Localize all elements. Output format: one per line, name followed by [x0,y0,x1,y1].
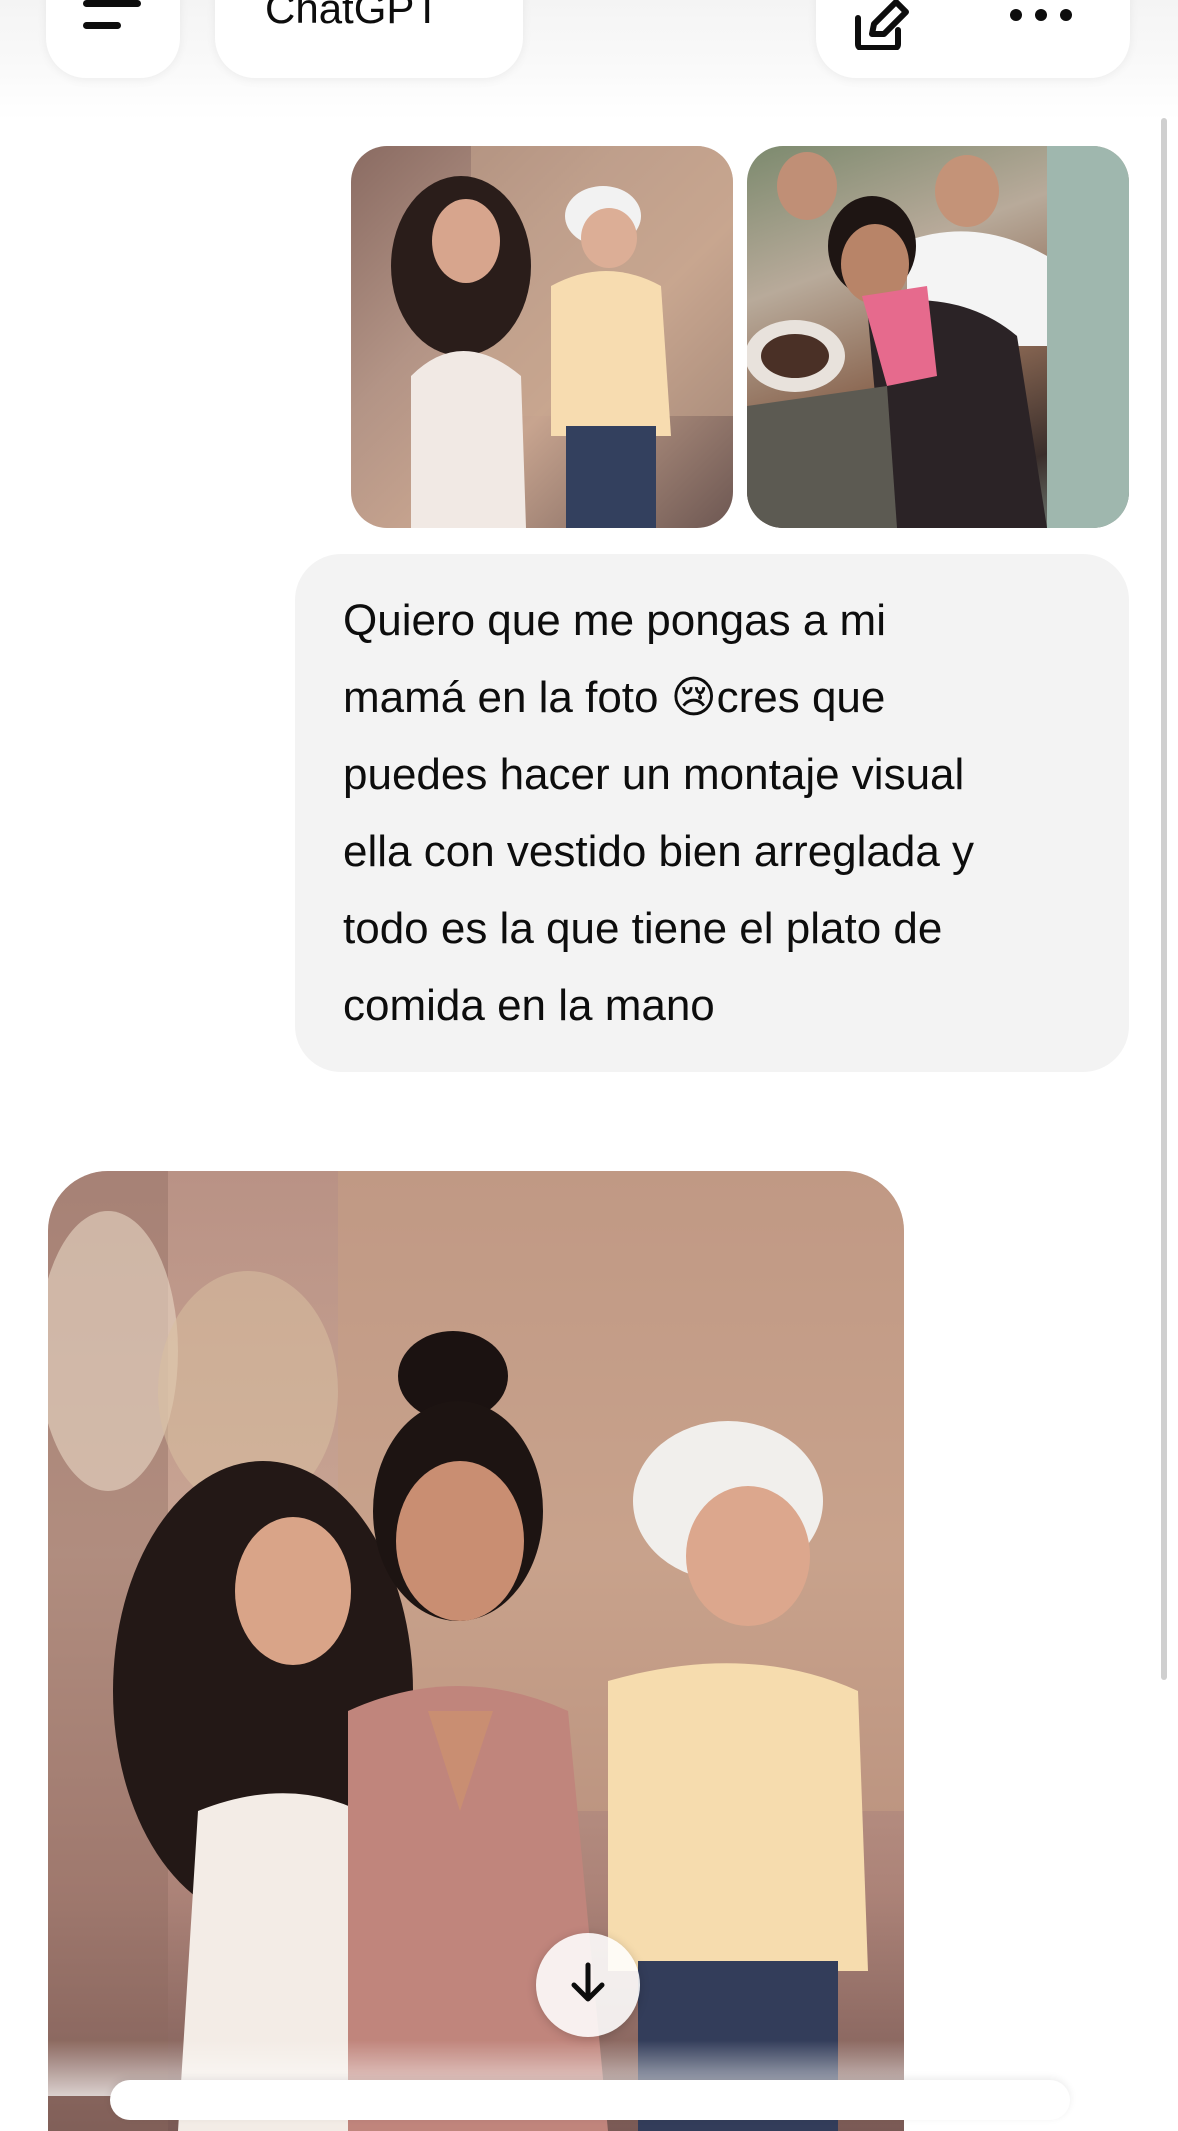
user-message-text: Quiero que me pongas a mi mamá en la fot… [343,596,975,1030]
scrollbar[interactable] [1161,118,1167,1680]
more-options-icon[interactable] [1006,0,1076,30]
message-composer[interactable] [110,2080,1070,2120]
user-message-bubble: Quiero que me pongas a mi mamá en la fot… [295,554,1129,1072]
header-actions [816,0,1130,78]
scroll-down-button[interactable] [536,1933,640,2037]
attached-photo-1[interactable] [351,146,733,528]
app-title: ChatGPT [265,0,441,32]
menu-button[interactable] [46,0,180,78]
arrow-down-icon [568,1961,608,2010]
top-bar: ChatGPT [0,0,1178,120]
generated-image[interactable] [48,1171,904,2131]
attached-photo-2[interactable] [747,146,1129,528]
new-chat-edit-icon[interactable] [850,0,910,51]
model-selector[interactable]: ChatGPT [215,0,523,78]
